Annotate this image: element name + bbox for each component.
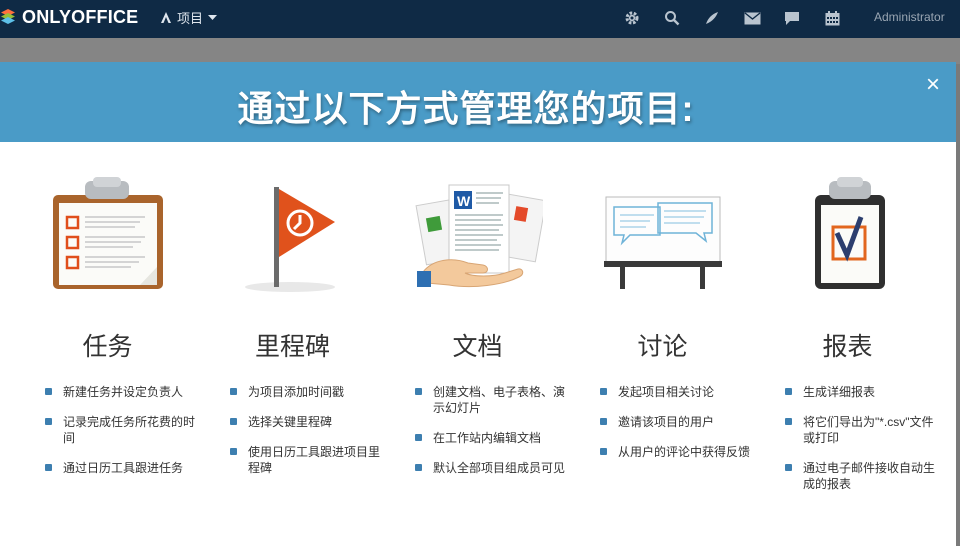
milestone-flag-icon [200, 172, 385, 302]
bullet-icon [230, 418, 237, 425]
settings-button[interactable] [612, 5, 652, 31]
list-item: 新建任务并设定负责人 [45, 384, 203, 400]
bullet-icon [230, 388, 237, 395]
list-item: 将它们导出为"*.csv"文件或打印 [785, 414, 943, 446]
chevron-down-icon [208, 14, 218, 20]
bullet-icon [230, 448, 237, 455]
feature-list: 创建文档、电子表格、演示幻灯片 在工作站内编辑文档 默认全部项目组成员可见 [385, 384, 570, 476]
feature-column-tasks: 任务 新建任务并设定负责人 记录完成任务所花费的时间 通过日历工具跟进任务 [15, 172, 200, 490]
bullet-icon [600, 388, 607, 395]
bullet-icon [45, 388, 52, 395]
calendar-button[interactable] [812, 5, 852, 31]
chat-button[interactable] [772, 5, 812, 31]
list-item-text: 新建任务并设定负责人 [63, 385, 184, 399]
bullet-icon [785, 388, 792, 395]
feature-list: 生成详细报表 将它们导出为"*.csv"文件或打印 通过电子邮件接收自动生成的报… [755, 384, 940, 492]
mail-button[interactable] [732, 5, 772, 31]
logo[interactable]: ONLYOFFICE [0, 6, 138, 28]
bullet-icon [785, 418, 792, 425]
list-item: 通过电子邮件接收自动生成的报表 [785, 460, 943, 492]
search-button[interactable] [652, 5, 692, 31]
feature-list: 为项目添加时间戳 选择关键里程碑 使用日历工具跟进项目里程碑 [200, 384, 385, 476]
list-item-text: 默认全部项目组成员可见 [433, 461, 566, 475]
list-item: 为项目添加时间戳 [230, 384, 388, 400]
feature-title: 里程碑 [254, 333, 330, 361]
list-item-text: 发起项目相关讨论 [618, 385, 715, 399]
user-menu[interactable]: Administrator [874, 10, 945, 24]
mail-icon [744, 11, 760, 24]
list-item: 创建文档、电子表格、演示幻灯片 [415, 384, 573, 416]
list-item-text: 将它们导出为"*.csv"文件或打印 [803, 415, 934, 445]
list-item-text: 记录完成任务所花费的时间 [63, 415, 196, 445]
dialog-title: 通过以下方式管理您的项目: [237, 88, 695, 129]
bullet-icon [415, 388, 422, 395]
list-item: 生成详细报表 [785, 384, 943, 400]
feature-title: 任务 [82, 333, 133, 361]
svg-text:W: W [457, 193, 471, 209]
projects-icon [161, 12, 171, 23]
onlyoffice-logo-icon [1, 9, 15, 24]
project-module-menu[interactable]: 项目 [160, 8, 218, 27]
list-item-text: 选择关键里程碑 [248, 415, 333, 429]
feature-title: 讨论 [637, 333, 688, 361]
close-button[interactable]: × [920, 72, 946, 98]
list-item: 通过日历工具跟进任务 [45, 460, 203, 476]
feature-list: 新建任务并设定负责人 记录完成任务所花费的时间 通过日历工具跟进任务 [15, 384, 200, 476]
list-item-text: 在工作站内编辑文档 [433, 431, 542, 445]
bullet-icon [415, 464, 422, 471]
gear-icon [625, 11, 639, 25]
chat-icon [785, 11, 799, 25]
list-item-text: 通过日历工具跟进任务 [63, 461, 184, 475]
list-item: 从用户的评论中获得反馈 [600, 444, 758, 460]
feature-column-reports: 报表 生成详细报表 将它们导出为"*.csv"文件或打印 通过电子邮件接收自动生… [755, 172, 940, 506]
list-item: 选择关键里程碑 [230, 414, 388, 430]
report-clipboard-icon [755, 172, 940, 302]
bullet-icon [785, 464, 792, 471]
bullet-icon [45, 464, 52, 471]
top-navigation-bar: ONLYOFFICE 项目 Administrator [0, 0, 960, 38]
logo-text: ONLYOFFICE [22, 6, 139, 27]
list-item-text: 从用户的评论中获得反馈 [618, 445, 751, 459]
list-item-text: 邀请该项目的用户 [618, 415, 715, 429]
feature-list: 发起项目相关讨论 邀请该项目的用户 从用户的评论中获得反馈 [570, 384, 755, 460]
welcome-dialog: 通过以下方式管理您的项目: × 任务 新建任务并设定负责人 记录完成任务所花费的… [0, 62, 956, 546]
dialog-header: 通过以下方式管理您的项目: × [0, 62, 956, 142]
list-item: 在工作站内编辑文档 [415, 430, 573, 446]
discussion-board-icon [570, 172, 755, 302]
bullet-icon [415, 434, 422, 441]
list-item-text: 生成详细报表 [803, 385, 876, 399]
bullet-icon [600, 448, 607, 455]
feature-column-discussions: 讨论 发起项目相关讨论 邀请该项目的用户 从用户的评论中获得反馈 [570, 172, 755, 474]
list-item: 记录完成任务所花费的时间 [45, 414, 203, 446]
list-item: 默认全部项目组成员可见 [415, 460, 573, 476]
bullet-icon [600, 418, 607, 425]
list-item: 发起项目相关讨论 [600, 384, 758, 400]
feature-column-milestones: 里程碑 为项目添加时间戳 选择关键里程碑 使用日历工具跟进项目里程碑 [200, 172, 385, 490]
list-item: 邀请该项目的用户 [600, 414, 758, 430]
calendar-icon [825, 10, 839, 25]
feature-title: 文档 [452, 333, 503, 361]
list-item-text: 为项目添加时间戳 [248, 385, 345, 399]
list-item: 使用日历工具跟进项目里程碑 [230, 444, 388, 476]
page-backdrop [0, 38, 960, 64]
feature-column-documents: W 文档 创建文档、电子表格、演示幻灯片 在工作站内编辑文档 默认全部项目组成员… [385, 172, 570, 490]
feature-title: 报表 [822, 333, 873, 361]
list-item-text: 创建文档、电子表格、演示幻灯片 [433, 385, 566, 415]
project-module-label: 项目 [177, 11, 204, 26]
bullet-icon [45, 418, 52, 425]
documents-icon: W [385, 172, 570, 302]
list-item-text: 通过电子邮件接收自动生成的报表 [803, 461, 936, 491]
list-item-text: 使用日历工具跟进项目里程碑 [248, 445, 381, 475]
clipboard-checklist-icon [15, 172, 200, 302]
search-icon [665, 11, 680, 26]
feed-button[interactable] [692, 5, 732, 31]
feed-icon [706, 12, 718, 24]
